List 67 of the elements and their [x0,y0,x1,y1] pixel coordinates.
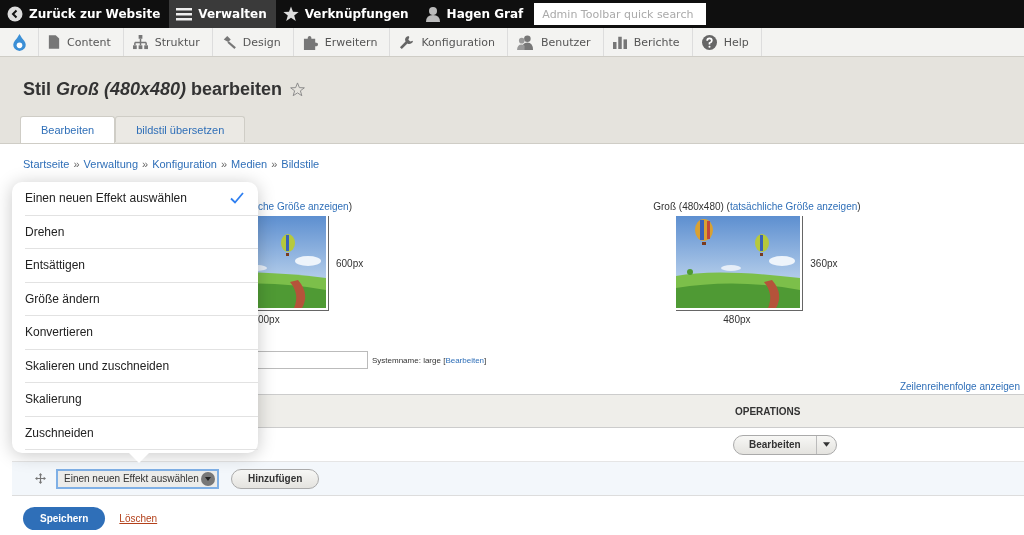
toolbar-item[interactable]: Zurück zur Website [0,0,170,28]
edit-button[interactable]: Bearbeiten [734,435,816,454]
preview-label: Groß (480x480) (tatsächliche Größe anzeigen) [653,201,861,212]
people-icon [517,34,534,50]
drag-handle-icon[interactable] [35,473,46,484]
menu-item[interactable]: Erweitern [293,28,391,56]
add-button[interactable]: Hinzufügen [230,468,320,489]
dropdown-option[interactable]: Einen neuen Effekt auswählen [25,182,258,216]
dropdown-option[interactable]: Skalieren und zuschneiden [25,349,258,383]
toolbar-item[interactable]: Verknüpfungen [275,0,418,28]
toolbar-item[interactable]: Verwalten [169,0,276,28]
dropdown-option[interactable]: Konvertieren [25,316,258,350]
drop-logo-icon[interactable] [11,32,27,52]
menu-item[interactable]: Konfiguration [390,28,508,56]
breadcrumb-link[interactable]: Medien [231,158,268,170]
menu-item[interactable]: Help [692,28,762,56]
dropdown-option[interactable]: Zuschneiden [25,416,258,450]
dropdown-option[interactable]: Drehen [25,215,258,249]
help-icon [701,34,717,50]
menu-item[interactable]: Content [39,28,124,56]
star-icon[interactable] [290,82,306,97]
star-icon [282,6,299,22]
user-icon [424,6,441,22]
menu-item[interactable]: Struktur [123,28,213,56]
preview-label: che Größe anzeigen) [258,201,353,212]
delete-link[interactable]: Löschen [119,513,158,524]
search-field[interactable]: Admin Toolbar quick search [534,3,707,25]
page-title: Stil Groß (480x480) bearbeiten [23,79,283,100]
effect-select[interactable]: Einen neuen Effekt auswählen [56,468,219,489]
breadcrumb-separator: » [271,158,278,170]
tab[interactable]: Bearbeiten [20,116,116,143]
hammer-icon [221,35,236,49]
tab[interactable]: bildstil übersetzen [115,116,246,142]
width-label: 00px [258,314,280,325]
puzzle-icon [302,34,318,50]
wrench-icon [399,34,415,50]
breadcrumb-separator: » [73,158,80,170]
caret-icon [200,471,215,486]
breadcrumb-link[interactable]: Startseite [23,158,70,170]
dropdown-option[interactable]: Skalierung [25,383,258,417]
menu-item[interactable]: Design [212,28,294,56]
column-header: OPERATIONS [735,405,801,417]
breadcrumb-link[interactable]: Verwaltung [83,158,139,170]
save-button[interactable]: Speichern [23,507,106,530]
menu-item[interactable]: Berichte [603,28,693,56]
menu-item[interactable]: Benutzer [508,28,604,56]
width-label: 480px [723,314,752,325]
back-icon [7,6,23,22]
name-field[interactable] [258,351,368,369]
bar-chart-icon [612,35,627,49]
breadcrumb-separator: » [221,158,228,170]
row-weights-link[interactable]: Zeilenreihenfolge anzeigen [899,381,1020,392]
toolbar-item[interactable]: Hagen Graf [417,0,533,28]
breadcrumb-separator: » [142,158,149,170]
dropdown-option[interactable]: Größe ändern [25,282,258,316]
dropdown-option[interactable]: Entsättigen [25,249,258,283]
sitemap-icon [132,34,148,50]
menu-icon [176,6,193,22]
breadcrumb-link[interactable]: Bildstile [281,158,320,170]
breadcrumb-link[interactable]: Konfiguration [152,158,217,170]
machine-name-text: Systemname: large [Bearbeiten] [372,355,487,365]
height-label: 600px [336,258,364,269]
caret-icon [822,442,830,447]
file-icon [48,35,60,49]
dropbutton[interactable]: Bearbeiten [733,434,837,455]
height-label: 360px [810,258,838,269]
preview-link[interactable]: che Größe anzeigen [258,201,349,212]
